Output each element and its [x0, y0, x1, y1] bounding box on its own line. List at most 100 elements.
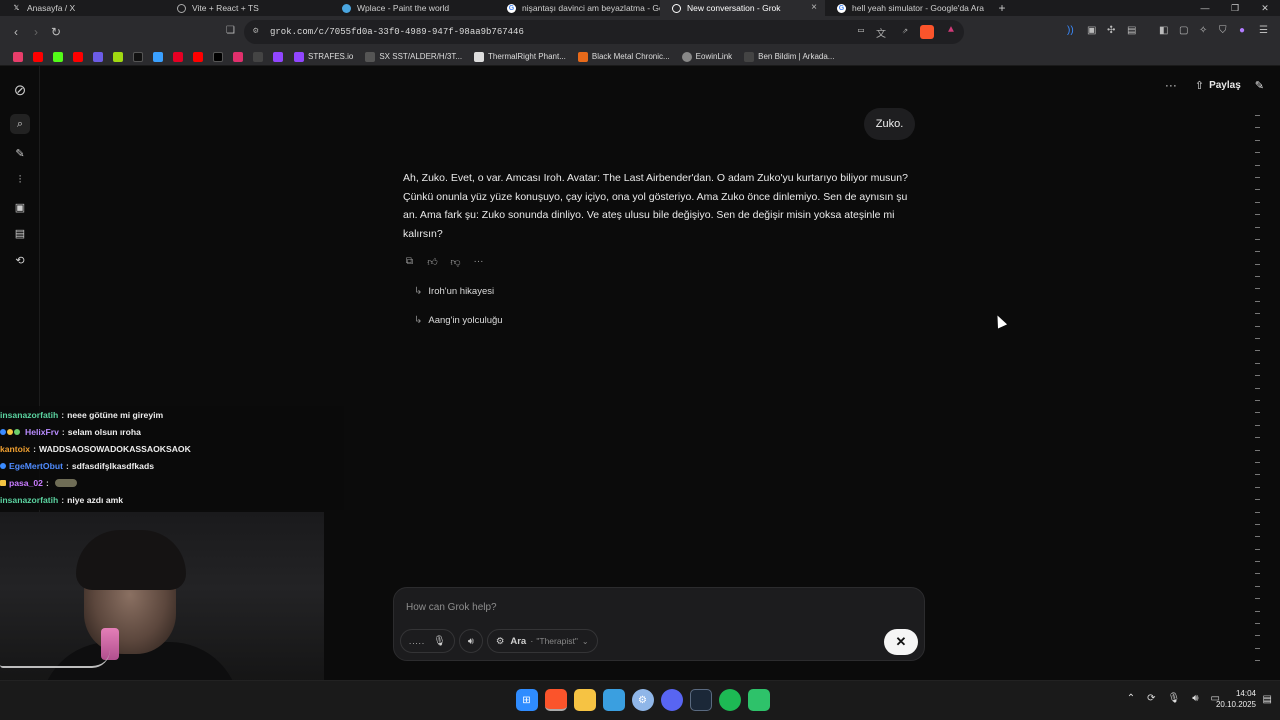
followup-suggestion[interactable]: ↳ Aang'in yolculuğu [414, 315, 503, 326]
sidebar-toggle-icon[interactable]: ◧ [1159, 25, 1168, 36]
search-icon[interactable]: ⌕ [10, 114, 30, 134]
speaker-button[interactable]: 🔊︎ [458, 629, 483, 653]
copy-icon[interactable]: ⧉ [403, 256, 416, 268]
new-chat-icon[interactable]: ✎ [10, 143, 30, 163]
history-icon[interactable]: ⟲ [10, 250, 30, 270]
bookmark-ben-bildim[interactable]: Ben Bildim | Arkada... [744, 51, 834, 62]
back-icon[interactable]: ‹ [6, 25, 26, 39]
waveform-icon[interactable]: ..... [409, 637, 425, 646]
tab-google-search-1[interactable]: Gnişantaşı davinci am beyazlatma - Go [495, 0, 660, 16]
conversation-scroll-markers[interactable] [1255, 115, 1261, 662]
brave-browser-icon[interactable] [544, 689, 567, 711]
close-voice-button[interactable]: ✕ [884, 629, 918, 655]
more-icon[interactable]: ··· [472, 256, 485, 268]
bookmark-icon[interactable]: ❏ [226, 25, 235, 36]
volume-icon[interactable]: 🔊︎ [1192, 693, 1198, 704]
scroll-marker [1255, 437, 1260, 439]
youtube-icon[interactable] [33, 51, 43, 62]
x-logo-icon[interactable] [213, 51, 223, 62]
thumbs-up-icon[interactable]: 👍︎ [426, 256, 439, 268]
spotify-icon[interactable] [718, 689, 741, 711]
translate-icon[interactable]: 文 [876, 25, 886, 41]
maximize-button[interactable]: ❐ [1220, 0, 1250, 16]
globe-icon [681, 51, 692, 62]
steam-icon[interactable] [689, 689, 712, 711]
site-info-icon[interactable]: ⚙ [253, 26, 258, 36]
tiktok-icon[interactable] [133, 51, 143, 62]
twitch-icon[interactable] [273, 51, 283, 62]
chevron-up-icon[interactable]: ⌃ [1127, 693, 1135, 704]
bookmark-thermalright[interactable]: ThermalRight Phant... [474, 51, 566, 62]
voice-icon[interactable]: ⫶ [10, 170, 30, 190]
thumbs-down-icon[interactable]: 👎︎ [449, 256, 462, 268]
instagram-icon[interactable] [233, 51, 243, 62]
menu-icon[interactable]: ☰ [1259, 25, 1268, 36]
bookmark-black-metal[interactable]: Black Metal Chronic... [577, 51, 670, 62]
settings-icon[interactable]: ⚙ [631, 689, 654, 711]
close-window-button[interactable]: ✕ [1250, 0, 1280, 16]
scroll-marker [1255, 511, 1260, 513]
projects-icon[interactable]: ▤ [10, 223, 30, 243]
youtube-icon[interactable] [73, 51, 83, 62]
windows-start-icon[interactable]: ⊞ [515, 689, 538, 711]
file-explorer-icon[interactable] [573, 689, 596, 711]
scroll-marker [1255, 647, 1260, 649]
new-chat-icon[interactable]: ✎ [1255, 79, 1264, 92]
clock[interactable]: 14:04 20.10.2025 [1216, 688, 1256, 710]
profile-icon[interactable]: ● [1239, 25, 1245, 36]
app-icon[interactable] [747, 689, 770, 711]
imagine-icon[interactable]: ▣ [10, 197, 30, 217]
cast-icon[interactable]: ▭ [858, 25, 864, 37]
bookmark-sx-sst[interactable]: SX SST/ALDER/H/3T... [365, 51, 462, 62]
forward-icon[interactable]: › [26, 25, 46, 39]
scroll-marker [1255, 561, 1260, 563]
brave-shields-icon[interactable] [920, 25, 934, 39]
bookmark-eowinlink[interactable]: EowinLink [681, 51, 732, 62]
voice-selector[interactable]: ⚙ Ara · "Therapist" ⌄ [486, 629, 598, 653]
wallet-icon[interactable]: ▢ [1179, 25, 1188, 36]
rewards-icon[interactable]: ▲ [948, 25, 954, 36]
tab-grok[interactable]: New conversation - Grok × [660, 0, 825, 16]
tab-wplace[interactable]: Wplace - Paint the world [330, 0, 495, 16]
extensions-puzzle-icon[interactable]: ✣ [1107, 25, 1115, 36]
discord-icon[interactable] [660, 689, 683, 711]
more-options-icon[interactable]: ··· [1165, 78, 1177, 92]
pinterest-icon[interactable] [173, 51, 183, 62]
app-icon[interactable] [93, 51, 103, 62]
vpn-icon[interactable]: ⛉ [1219, 25, 1227, 36]
composer-input[interactable]: How can Grok help? [406, 602, 497, 613]
new-tab-button[interactable]: + [990, 0, 1014, 16]
share-button[interactable]: ⇧ Paylaş [1195, 79, 1241, 92]
extension-icon[interactable]: ▤ [1127, 25, 1136, 36]
reload-icon[interactable]: ↻ [46, 25, 66, 39]
tab-x[interactable]: 𝕏 Anasayfa / X [0, 0, 165, 16]
youtube-icon[interactable] [193, 51, 203, 62]
share-label: Paylaş [1209, 79, 1241, 91]
sync-icon[interactable]: ⟳ [1147, 693, 1155, 704]
leo-ai-icon[interactable]: ✧ [1199, 25, 1207, 36]
share-page-icon[interactable]: ⇗ [902, 25, 908, 37]
photos-icon[interactable] [602, 689, 625, 711]
close-tab-icon[interactable]: × [811, 2, 817, 13]
app-icon[interactable] [153, 51, 163, 62]
followup-suggestion[interactable]: ↳ Iroh'un hikayesi [414, 286, 494, 297]
tab-vite[interactable]: Vite + React + TS [165, 0, 330, 16]
grok-logo-icon[interactable]: ⊘ [10, 80, 30, 100]
extension-icon[interactable]: ▣ [1087, 25, 1096, 36]
app-icon[interactable] [253, 51, 263, 62]
scroll-marker [1255, 176, 1260, 178]
microphone-icon[interactable]: 🎙︎ [1168, 693, 1181, 704]
app-icon[interactable] [113, 51, 123, 62]
notifications-icon[interactable]: ▤ [1263, 694, 1272, 705]
kick-icon[interactable] [53, 51, 63, 62]
chat-badge-icon [14, 428, 20, 435]
voice-controls: ..... 🎙︎ [400, 629, 455, 653]
bookmark-strafes[interactable]: STRAFES.io [294, 51, 353, 62]
scroll-marker [1255, 548, 1260, 550]
audio-playing-icon[interactable]: )) [1067, 25, 1074, 36]
address-bar[interactable]: ⚙ grok.com/c/7055fd0a-33f0-4989-947f-98a… [244, 20, 964, 44]
minimize-button[interactable]: — [1190, 0, 1220, 16]
tab-google-search-2[interactable]: Ghell yeah simulator - Google'da Ara [825, 0, 990, 16]
microphone-icon[interactable]: 🎙︎ [433, 636, 446, 647]
tiktok-icon[interactable] [13, 51, 23, 62]
